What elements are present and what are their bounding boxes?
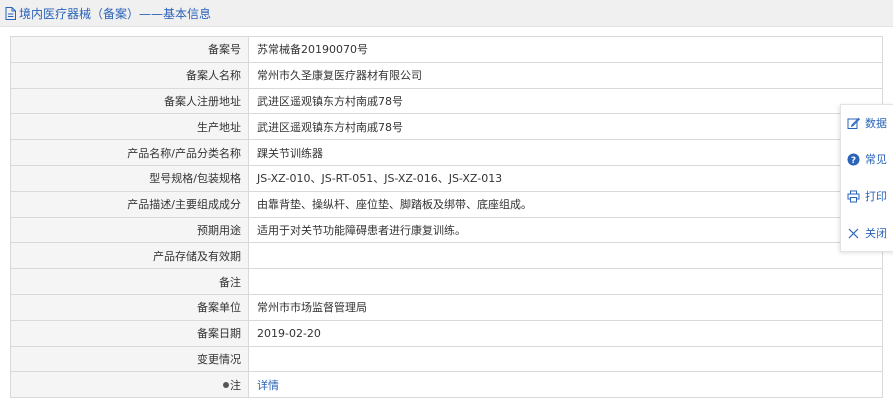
row-label: 备案人名称 (10, 61, 249, 89)
table-row: 生产地址 武进区遥观镇东方村南戚78号 (10, 113, 883, 141)
table-row: 备案单位 常州市市场监督管理局 (10, 293, 883, 321)
table-row: 产品存储及有效期 (10, 242, 883, 270)
row-value (248, 242, 883, 270)
row-value: 适用于对关节功能障碍患者进行康复训练。 (248, 216, 883, 244)
help-icon: ? (847, 153, 860, 166)
pin-icon (223, 381, 229, 388)
row-label: 变更情况 (10, 345, 249, 373)
table-row: 预期用途 适用于对关节功能障碍患者进行康复训练。 (10, 216, 883, 244)
row-value: 常州市久圣康复医疗器材有限公司 (248, 61, 883, 89)
help-button[interactable]: ? 常见 (847, 149, 887, 169)
document-icon (5, 6, 16, 20)
close-button[interactable]: 关闭 (847, 223, 887, 243)
printer-icon (847, 190, 860, 203)
row-label: 注 (230, 378, 241, 392)
table-row: 产品描述/主要组成成分 由靠背垫、操纵杆、座位垫、脚踏板及绑带、底座组成。 (10, 190, 883, 218)
help-button-label: 常见 (865, 153, 887, 166)
table-row: 产品名称/产品分类名称 踝关节训练器 (10, 139, 883, 166)
table-row: 备案人名称 常州市久圣康复医疗器材有限公司 (10, 61, 883, 89)
data-button-label: 数据 (865, 117, 887, 130)
row-label: 备注 (10, 268, 249, 295)
row-value (248, 268, 883, 295)
row-value: 详情 (248, 371, 883, 399)
row-value: 2019-02-20 (248, 319, 883, 347)
row-label: 预期用途 (10, 216, 249, 244)
row-value: 武进区遥观镇东方村南戚78号 (248, 113, 883, 141)
row-label: 备案号 (10, 36, 249, 63)
details-link[interactable]: 详情 (257, 379, 279, 392)
row-label: 型号规格/包装规格 (10, 164, 249, 192)
note-label-cell: 注 (10, 371, 249, 399)
row-label: 备案人注册地址 (10, 87, 249, 115)
row-value (248, 345, 883, 373)
row-label: 备案日期 (10, 319, 249, 347)
row-value: 常州市市场监督管理局 (248, 293, 883, 321)
print-button[interactable]: 打印 (847, 186, 887, 206)
table-row: 备案日期 2019-02-20 (10, 319, 883, 347)
row-value: 苏常械备20190070号 (248, 36, 883, 63)
row-label: 生产地址 (10, 113, 249, 141)
row-label: 备案单位 (10, 293, 249, 321)
close-button-label: 关闭 (865, 227, 887, 240)
table-row: 备案人注册地址 武进区遥观镇东方村南戚78号 (10, 87, 883, 115)
row-value: 踝关节训练器 (248, 139, 883, 166)
svg-text:?: ? (851, 156, 856, 166)
row-value: 由靠背垫、操纵杆、座位垫、脚踏板及绑带、底座组成。 (248, 190, 883, 218)
edit-icon (847, 117, 860, 130)
row-label: 产品名称/产品分类名称 (10, 139, 249, 166)
table-row: 注 详情 (10, 371, 883, 399)
table-row: 变更情况 (10, 345, 883, 373)
row-label: 产品描述/主要组成成分 (10, 190, 249, 218)
data-button[interactable]: 数据 (847, 113, 887, 133)
table-row: 备案号 苏常械备20190070号 (10, 36, 883, 63)
table-row: 备注 (10, 268, 883, 295)
floating-toolbar: 数据 ? 常见 打印 关闭 (840, 104, 893, 252)
page-header: 境内医疗器械（备案）——基本信息 (0, 0, 893, 27)
row-value: JS-XZ-010、JS-RT-051、JS-XZ-016、JS-XZ-013 (248, 164, 883, 192)
row-value: 武进区遥观镇东方村南戚78号 (248, 87, 883, 115)
page-title: 境内医疗器械（备案）——基本信息 (19, 6, 212, 21)
print-button-label: 打印 (865, 190, 887, 203)
close-icon (847, 227, 860, 240)
row-label: 产品存储及有效期 (10, 242, 249, 270)
basic-info-table: 备案号 苏常械备20190070号 备案人名称 常州市久圣康复医疗器材有限公司 … (10, 36, 883, 399)
table-row: 型号规格/包装规格 JS-XZ-010、JS-RT-051、JS-XZ-016、… (10, 164, 883, 192)
